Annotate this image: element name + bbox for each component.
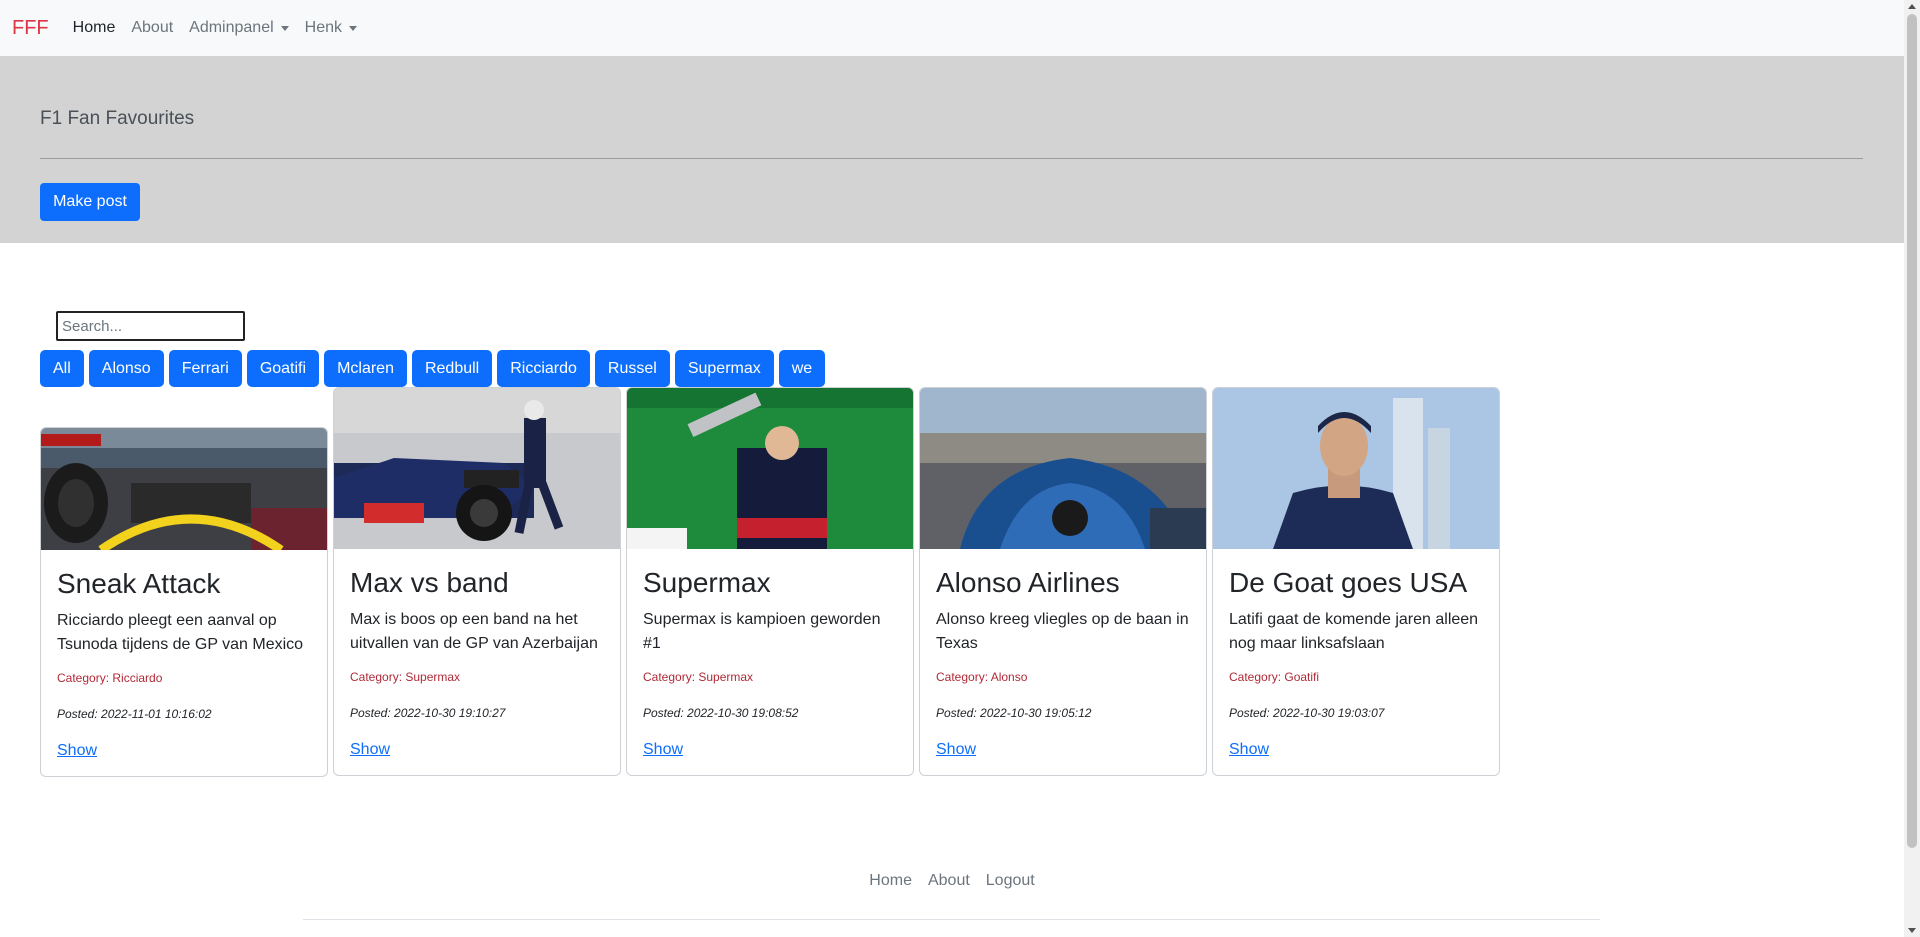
post-title: Max vs band <box>350 567 509 598</box>
post-image <box>334 388 620 549</box>
post-title: Alonso Airlines <box>936 567 1120 598</box>
show-post-link[interactable]: Show <box>57 742 97 759</box>
brand-logo[interactable]: FFF <box>12 17 49 40</box>
filter-we-button[interactable]: we <box>778 350 826 387</box>
post-date: Posted: 2022-10-30 19:08:52 <box>643 706 799 720</box>
footer-nav: Home About Logout <box>0 872 1904 890</box>
nav-home[interactable]: Home <box>73 19 116 37</box>
show-post-link[interactable]: Show <box>936 741 976 758</box>
post-card-body: Sneak Attack Ricciardo pleegt een aanval… <box>41 550 327 776</box>
post-title: Sneak Attack <box>57 568 221 599</box>
show-post-link[interactable]: Show <box>350 741 390 758</box>
nav-adminpanel-dropdown[interactable]: Adminpanel <box>189 19 289 37</box>
post-card-body: Max vs band Max is boos op een band na h… <box>334 549 620 775</box>
footer-logout-link[interactable]: Logout <box>986 872 1035 890</box>
post-card: Sneak Attack Ricciardo pleegt een aanval… <box>40 427 328 777</box>
nav-adminpanel-label: Adminpanel <box>189 19 274 36</box>
nav-about[interactable]: About <box>131 19 173 37</box>
post-image <box>627 388 913 549</box>
scroll-down-arrow-icon[interactable] <box>1908 928 1916 933</box>
post-date: Posted: 2022-10-30 19:05:12 <box>936 706 1092 720</box>
post-category: Category: Supermax <box>350 670 461 684</box>
post-card-body: De Goat goes USA Latifi gaat de komende … <box>1213 549 1499 775</box>
post-category: Category: Goatifi <box>1229 670 1320 684</box>
filter-ricciardo-button[interactable]: Ricciardo <box>497 350 590 387</box>
post-image <box>920 388 1206 549</box>
post-image <box>1213 388 1499 549</box>
post-excerpt: Max is boos op een band na het uitvallen… <box>350 611 598 652</box>
post-image <box>41 428 327 550</box>
post-excerpt: Latifi gaat de komende jaren alleen nog … <box>1229 611 1479 652</box>
post-card: Alonso Airlines Alonso kreeg vliegles op… <box>919 387 1207 776</box>
scroll-up-arrow-icon[interactable] <box>1908 4 1916 9</box>
filter-ferrari-button[interactable]: Ferrari <box>168 350 242 387</box>
caret-down-icon <box>349 25 358 31</box>
scrollbar-thumb[interactable] <box>1907 14 1917 848</box>
post-category: Category: Alonso <box>936 670 1028 684</box>
post-card-grid: Sneak Attack Ricciardo pleegt een aanval… <box>40 387 1500 777</box>
post-card: De Goat goes USA Latifi gaat de komende … <box>1212 387 1500 776</box>
nav-user-dropdown[interactable]: Henk <box>304 19 358 37</box>
post-card-body: Alonso Airlines Alonso kreeg vliegles op… <box>920 549 1206 775</box>
hero-divider <box>40 158 1863 159</box>
filter-supermax-button[interactable]: Supermax <box>674 350 774 387</box>
post-date: Posted: 2022-10-30 19:10:27 <box>350 706 506 720</box>
filter-all-button[interactable]: All <box>40 350 84 387</box>
post-card: Supermax Supermax is kampioen geworden #… <box>626 387 914 776</box>
page-scrollbar[interactable] <box>1904 0 1920 937</box>
caret-down-icon <box>280 25 289 31</box>
category-filter-bar: All Alonso Ferrari Goatifi Mclaren Redbu… <box>40 350 826 387</box>
post-excerpt: Alonso kreeg vliegles op de baan in Texa… <box>936 611 1189 652</box>
page-title: F1 Fan Favourites <box>40 108 195 129</box>
footer-home-link[interactable]: Home <box>869 872 912 890</box>
post-date: Posted: 2022-11-01 10:16:02 <box>57 707 212 721</box>
post-date: Posted: 2022-10-30 19:03:07 <box>1229 706 1385 720</box>
show-post-link[interactable]: Show <box>1229 741 1269 758</box>
filter-russel-button[interactable]: Russel <box>594 350 670 387</box>
post-title: De Goat goes USA <box>1229 567 1468 598</box>
post-category: Category: Ricciardo <box>57 671 163 685</box>
post-excerpt: Ricciardo pleegt een aanval op Tsunoda t… <box>57 612 304 653</box>
navbar: FFF Home About Adminpanel Henk <box>0 0 1920 56</box>
filter-redbull-button[interactable]: Redbull <box>411 350 493 387</box>
post-title: Supermax <box>643 567 771 598</box>
post-category: Category: Supermax <box>643 670 754 684</box>
post-card-body: Supermax Supermax is kampioen geworden #… <box>627 549 913 775</box>
nav-user-label: Henk <box>304 19 343 36</box>
filter-goatifi-button[interactable]: Goatifi <box>246 350 320 387</box>
post-card: Max vs band Max is boos op een band na h… <box>333 387 621 776</box>
search-input[interactable] <box>56 311 245 341</box>
filter-alonso-button[interactable]: Alonso <box>88 350 164 387</box>
filter-mclaren-button[interactable]: Mclaren <box>324 350 407 387</box>
show-post-link[interactable]: Show <box>643 741 683 758</box>
post-excerpt: Supermax is kampioen geworden #1 <box>643 611 881 652</box>
make-post-button[interactable]: Make post <box>40 183 140 221</box>
footer-divider <box>303 919 1600 920</box>
footer-about-link[interactable]: About <box>928 872 970 890</box>
hero-section: F1 Fan Favourites Make post <box>0 56 1904 243</box>
